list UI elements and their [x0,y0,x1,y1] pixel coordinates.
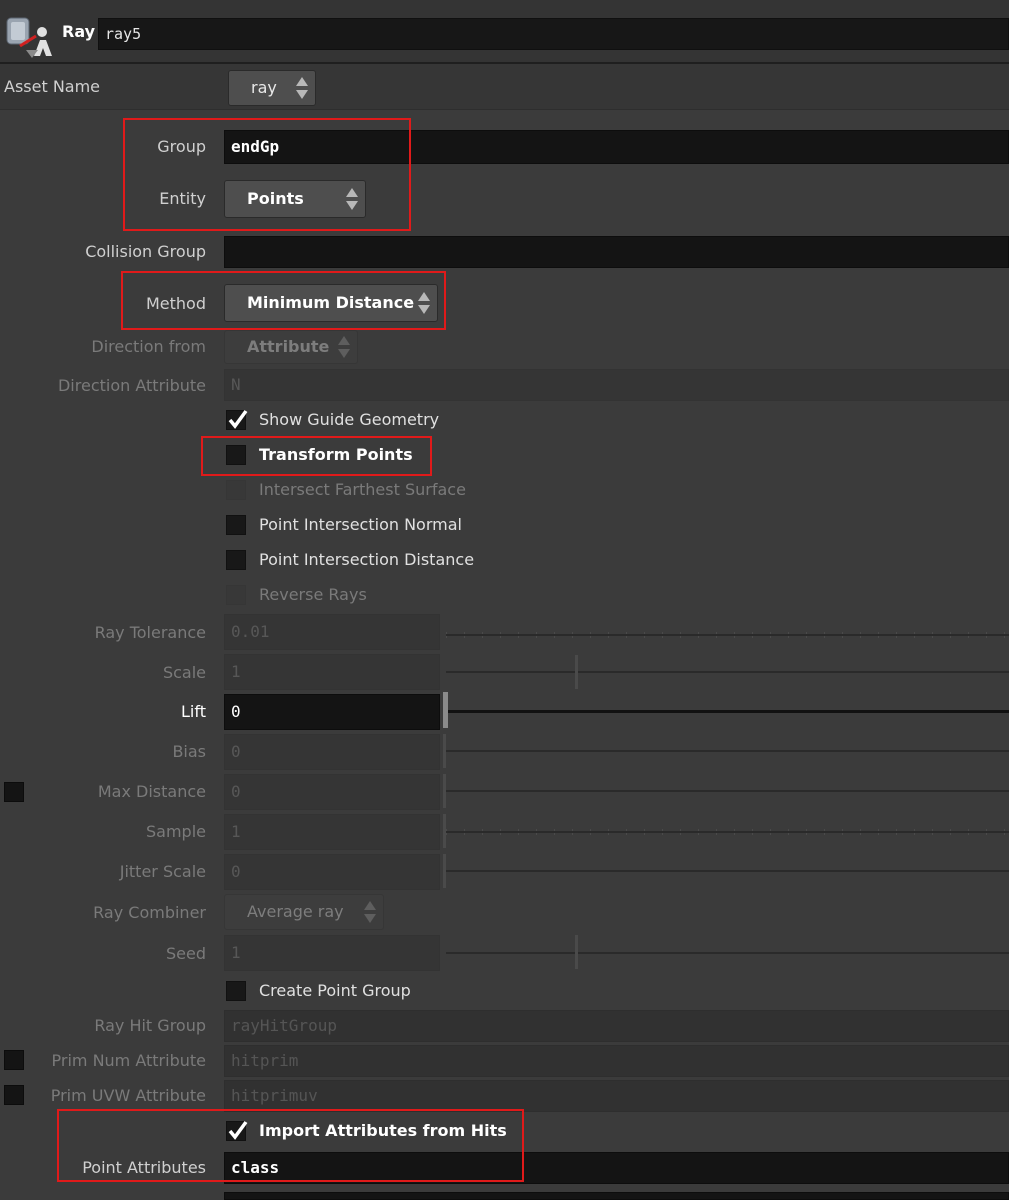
collision-group-field[interactable] [224,236,1009,268]
checkmark-icon [228,409,248,429]
direction-attribute-field: N [224,369,1009,401]
menu-arrows-icon [296,77,308,99]
max-distance-slider [446,790,1009,792]
lift-label: Lift [181,702,206,721]
seed-slider-handle [575,935,578,969]
ray-tolerance-field: 0.01 [224,614,440,650]
reverse-rays-label: Reverse Rays [259,585,367,604]
scale-field: 1 [224,654,440,690]
jitter-scale-field: 0 [224,854,440,890]
ray-combiner-label: Ray Combiner [93,903,206,922]
reverse-rays-checkbox [226,585,246,605]
direction-from-menu: Attribute [224,330,358,364]
ray-node-icon[interactable] [6,16,58,60]
highlight-transform-points [201,436,432,476]
create-point-group-label: Create Point Group [259,981,411,1000]
asset-name-value: ray [251,78,277,97]
direction-from-value: Attribute [247,337,330,356]
max-distance-slider-handle [443,774,446,808]
point-intersection-normal-checkbox[interactable] [226,515,246,535]
node-name-field[interactable]: ray5 [98,18,1009,50]
node-type-label: Ray [62,22,96,41]
next-parameter-field[interactable] [224,1192,1009,1200]
show-guide-geometry-label: Show Guide Geometry [259,410,440,429]
sample-field: 1 [224,814,440,850]
direction-attribute-label: Direction Attribute [57,376,206,395]
seed-label: Seed [166,944,206,963]
intersect-farthest-surface-checkbox [226,480,246,500]
ray-combiner-value: Average ray [247,902,344,921]
direction-from-label: Direction from [91,337,206,356]
intersect-farthest-surface-label: Intersect Farthest Surface [259,480,466,499]
jitter-scale-slider-handle [443,854,446,888]
lift-field[interactable]: 0 [224,694,440,730]
asset-name-row [0,64,1009,110]
bias-label: Bias [172,742,206,761]
lift-slider-handle[interactable] [443,692,448,728]
collision-group-label: Collision Group [85,242,206,261]
ray-tolerance-slider [446,634,1009,636]
highlight-group-entity [123,118,411,231]
bias-slider-handle [443,734,446,768]
prim-uvw-attribute-label: Prim UVW Attribute [50,1086,206,1105]
menu-arrows-icon [338,336,350,358]
point-intersection-distance-checkbox[interactable] [226,550,246,570]
asset-name-menu[interactable]: ray [228,70,316,106]
prim-num-attribute-toggle[interactable] [4,1050,24,1070]
lift-slider[interactable] [446,710,1009,713]
max-distance-field: 0 [224,774,440,810]
highlight-method [121,271,446,330]
bias-slider [446,750,1009,752]
max-distance-toggle[interactable] [4,782,24,802]
jitter-scale-label: Jitter Scale [119,862,206,881]
seed-field: 1 [224,935,440,971]
jitter-scale-slider [446,870,1009,872]
ray-tolerance-label: Ray Tolerance [94,623,206,642]
prim-uvw-attribute-field: hitprimuv [224,1080,1009,1112]
menu-arrows-icon [364,901,376,923]
scale-label: Scale [162,663,206,682]
seed-slider [446,952,1009,954]
highlight-import-attributes [57,1109,524,1182]
sample-slider [446,831,1009,833]
point-intersection-distance-label: Point Intersection Distance [259,550,475,569]
bias-field: 0 [224,734,440,770]
ray-combiner-menu: Average ray [224,894,384,930]
prim-uvw-attribute-toggle[interactable] [4,1085,24,1105]
create-point-group-checkbox[interactable] [226,981,246,1001]
scale-slider-handle [575,655,578,689]
prim-num-attribute-field: hitprim [224,1045,1009,1077]
sample-slider-handle [443,814,446,848]
prim-num-attribute-label: Prim Num Attribute [51,1051,207,1070]
sample-label: Sample [146,822,206,841]
show-guide-geometry-checkbox[interactable] [226,409,248,430]
ray-hit-group-label: Ray Hit Group [94,1016,206,1035]
asset-name-label: Asset Name [4,77,101,96]
max-distance-label: Max Distance [97,782,206,801]
scale-slider [446,671,1009,673]
ray-hit-group-field: rayHitGroup [224,1010,1009,1042]
point-intersection-normal-label: Point Intersection Normal [259,515,462,534]
